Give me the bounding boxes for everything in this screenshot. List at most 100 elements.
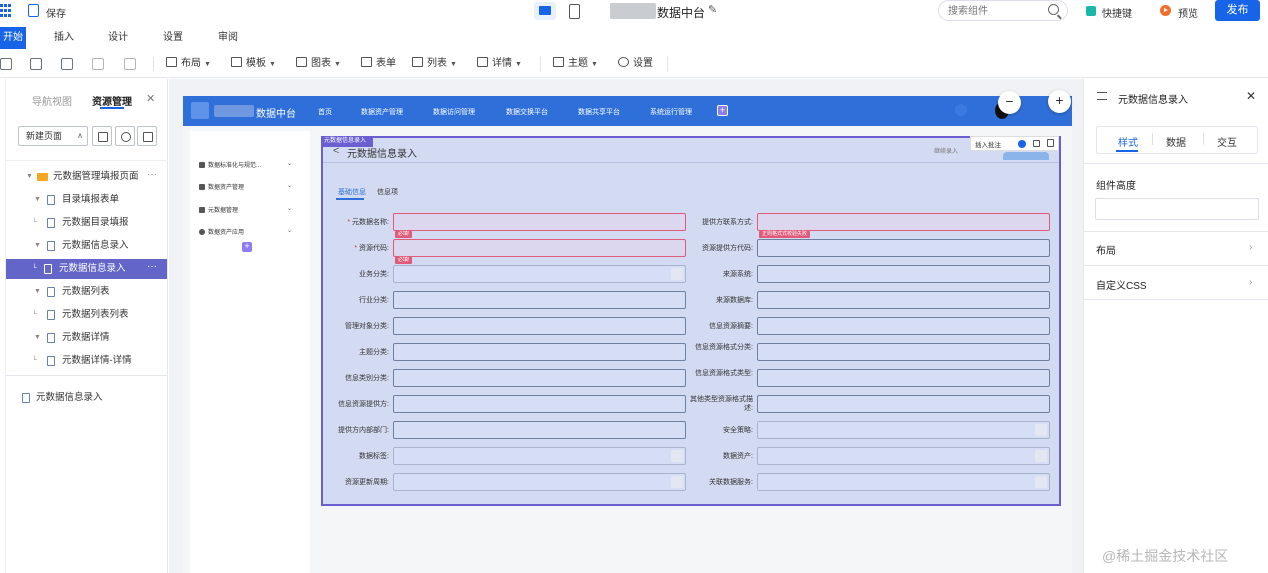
close-icon[interactable]: ✕ [1246, 89, 1256, 103]
template-menu[interactable]: 模板 ▼ [231, 57, 276, 71]
tree-item-folder[interactable]: ▼ 元数据管理填报页面 ··· [6, 167, 167, 187]
tab-settings[interactable]: 设置 [163, 27, 183, 49]
chart-menu[interactable]: 图表 ▼ [296, 57, 341, 71]
chevron-right-icon[interactable]: › [1249, 277, 1252, 288]
desktop-view-button[interactable] [534, 2, 556, 20]
search-icon[interactable] [115, 126, 135, 146]
tab-nav-view[interactable]: 导航视图 [32, 93, 72, 108]
tree-item[interactable]: └ 元数据详情-详情 [6, 351, 167, 371]
filter-button[interactable] [137, 126, 157, 146]
paste-icon[interactable] [30, 58, 42, 70]
security-policy-select[interactable] [757, 421, 1050, 439]
more-icon[interactable]: ··· [147, 257, 157, 277]
tab-start[interactable]: 开始 [0, 27, 26, 49]
resource-code-input[interactable] [393, 239, 686, 257]
app-nav-item[interactable]: 系统运行管理 [650, 107, 692, 117]
search-icon[interactable] [1048, 4, 1059, 15]
topic-category-input[interactable] [393, 343, 686, 361]
data-tag-select[interactable] [393, 447, 686, 465]
tab-interaction[interactable]: 交互 [1217, 134, 1237, 149]
app-grid-icon[interactable] [0, 4, 12, 18]
tree-item-bottom[interactable]: 元数据信息录入 [6, 388, 167, 408]
management-object-input[interactable] [393, 317, 686, 335]
tree-item[interactable]: ▼ 元数据列表 [6, 282, 167, 302]
insert-comment-button[interactable]: 插入批注 [975, 139, 1001, 149]
update-cycle-select[interactable] [393, 473, 686, 491]
format-category-input[interactable] [757, 343, 1050, 361]
submit-button[interactable] [1003, 152, 1049, 160]
tab-data[interactable]: 数据 [1166, 134, 1186, 149]
chevron-down-icon[interactable]: ⌄ [287, 182, 292, 189]
tab-design[interactable]: 设计 [108, 27, 128, 49]
more-icon[interactable]: ··· [147, 165, 157, 185]
tree-item[interactable]: └ 元数据列表列表 [6, 305, 167, 325]
related-service-select[interactable] [757, 473, 1050, 491]
layout-menu[interactable]: 布局 ▼ [166, 57, 211, 71]
metadata-name-input[interactable] [393, 213, 686, 231]
industry-category-input[interactable] [393, 291, 686, 309]
mobile-view-button[interactable] [566, 2, 582, 20]
save-button[interactable]: 保存 [46, 5, 66, 20]
eraser-icon[interactable] [92, 58, 104, 70]
add-nav-button[interactable]: + [717, 105, 728, 116]
chevron-right-icon[interactable]: › [1249, 242, 1252, 253]
component-height-input[interactable] [1095, 198, 1259, 220]
provider-contact-input[interactable] [757, 213, 1050, 231]
back-arrow-icon[interactable]: < [333, 145, 339, 157]
chevron-down-icon[interactable]: ⌄ [287, 160, 292, 167]
list-menu[interactable]: 列表 ▼ [412, 57, 457, 71]
delete-icon[interactable] [1047, 139, 1054, 147]
theme-menu[interactable]: 主题 ▼ [553, 57, 598, 71]
tab-style[interactable]: 样式 [1118, 134, 1138, 149]
component-search[interactable] [938, 0, 1068, 21]
publish-button[interactable]: 发布 [1215, 0, 1260, 21]
save-icon[interactable] [28, 4, 39, 17]
tree-item[interactable]: └ 元数据目录填报 [6, 213, 167, 233]
app-nav-item[interactable]: 数据共享平台 [578, 107, 620, 117]
info-summary-input[interactable] [757, 317, 1050, 335]
data-asset-select[interactable] [757, 447, 1050, 465]
form-button[interactable]: 表单 [361, 57, 396, 71]
other-format-input[interactable] [757, 395, 1050, 413]
new-page-select[interactable]: 新建页面 [18, 126, 88, 146]
close-icon[interactable]: ✕ [146, 92, 155, 105]
info-provider-input[interactable] [393, 395, 686, 413]
zoom-in-button[interactable]: + [1048, 90, 1071, 113]
app-nav-item[interactable]: 数据资产管理 [361, 107, 403, 117]
layout-section[interactable]: 布局 [1096, 242, 1116, 257]
info-type-input[interactable] [393, 369, 686, 387]
app-nav-home[interactable]: 首页 [318, 107, 332, 117]
chevron-down-icon[interactable]: ⌄ [287, 227, 292, 234]
tree-item[interactable]: ▼ 目录填报表单 [6, 190, 167, 210]
detail-menu[interactable]: 详情 ▼ [477, 57, 522, 71]
business-category-select[interactable] [393, 265, 686, 283]
delete-icon[interactable] [61, 58, 73, 70]
shortcut-button[interactable]: 快捷键 [1102, 5, 1132, 20]
preview-button[interactable]: 预览 [1178, 5, 1198, 20]
source-database-input[interactable] [757, 291, 1050, 309]
provider-code-input[interactable] [757, 239, 1050, 257]
copy-icon[interactable] [0, 58, 12, 70]
app-nav-item[interactable]: 数据交换平台 [506, 107, 548, 117]
continue-entry-checkbox[interactable]: 继续录入 [934, 146, 958, 155]
side-nav-item[interactable]: 数据资产管理 [199, 182, 244, 191]
tab-basic-info[interactable]: 基础信息 [338, 187, 366, 197]
tree-item-selected[interactable]: └ 元数据信息录入 ··· [6, 259, 167, 279]
provider-department-input[interactable] [393, 421, 686, 439]
chevron-down-icon[interactable]: ⌄ [287, 205, 292, 212]
tab-review[interactable]: 审阅 [218, 27, 238, 49]
copy-icon[interactable] [1033, 140, 1040, 147]
settings-button[interactable]: 设置 [618, 57, 653, 71]
edit-title-icon[interactable]: ✎ [708, 3, 717, 16]
tree-item[interactable]: ▼ 元数据信息录入 [6, 236, 167, 256]
zoom-out-button[interactable]: − [998, 91, 1021, 114]
source-system-input[interactable] [757, 265, 1050, 283]
side-nav-item[interactable]: 数据资产应用 [199, 227, 244, 236]
side-nav-item[interactable]: 数据标准化与规范... [199, 160, 261, 169]
side-nav-item[interactable]: 元数据管理 [199, 205, 238, 214]
tree-item[interactable]: ▼ 元数据详情 [6, 328, 167, 348]
tab-resource-manager[interactable]: 资源管理 [92, 93, 132, 108]
search-input[interactable] [948, 4, 1043, 18]
tab-info-items[interactable]: 信息项 [377, 187, 398, 197]
app-nav-item[interactable]: 数据访问管理 [433, 107, 475, 117]
